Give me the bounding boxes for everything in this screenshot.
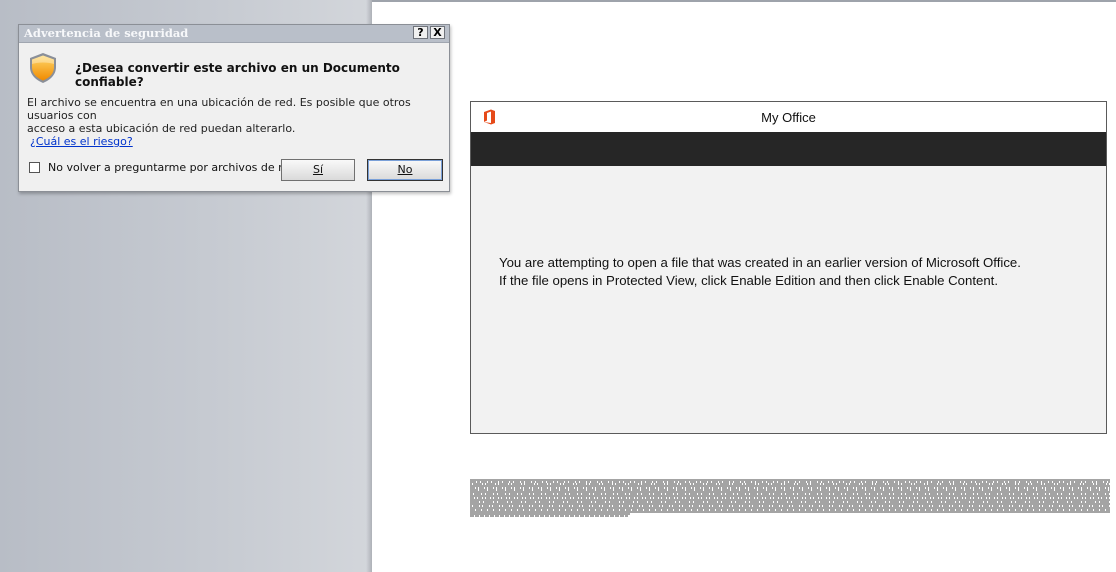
yes-button-label: Sí (312, 163, 324, 176)
card-header: My Office (471, 102, 1106, 132)
dont-ask-checkbox-label[interactable]: No volver a preguntarme por archivos de … (48, 161, 296, 174)
dialog-message: El archivo se encuentra en una ubicación… (27, 96, 445, 135)
yes-button[interactable]: Sí (281, 159, 355, 181)
risk-link[interactable]: ¿Cuál es el riesgo? (30, 135, 133, 148)
scrambled-text-block (470, 479, 1110, 517)
card-message-line1: You are attempting to open a file that w… (499, 255, 1021, 270)
card-dark-bar (471, 132, 1106, 166)
dialog-titlebar: Advertencia de seguridad ? X (19, 25, 449, 43)
close-button[interactable]: X (430, 26, 445, 39)
no-button[interactable]: No (367, 159, 443, 181)
card-message-line2: If the file opens in Protected View, cli… (499, 273, 998, 288)
card-title: My Office (761, 110, 816, 125)
dialog-title: Advertencia de seguridad (24, 26, 189, 40)
dialog-question: ¿Desea convertir este archivo en un Docu… (75, 61, 400, 89)
shield-warning-icon (30, 53, 56, 83)
help-button[interactable]: ? (413, 26, 428, 39)
dont-ask-checkbox[interactable] (29, 162, 40, 173)
office-message-card: My Office You are attempting to open a f… (470, 101, 1107, 434)
security-warning-dialog: Advertencia de seguridad ? X ¿Desea conv… (18, 24, 450, 192)
card-message: You are attempting to open a file that w… (499, 254, 1099, 290)
dialog-message-line1: El archivo se encuentra en una ubicación… (27, 96, 411, 122)
dialog-message-line2: acceso a esta ubicación de red puedan al… (27, 122, 296, 135)
no-button-label: No (397, 163, 413, 176)
